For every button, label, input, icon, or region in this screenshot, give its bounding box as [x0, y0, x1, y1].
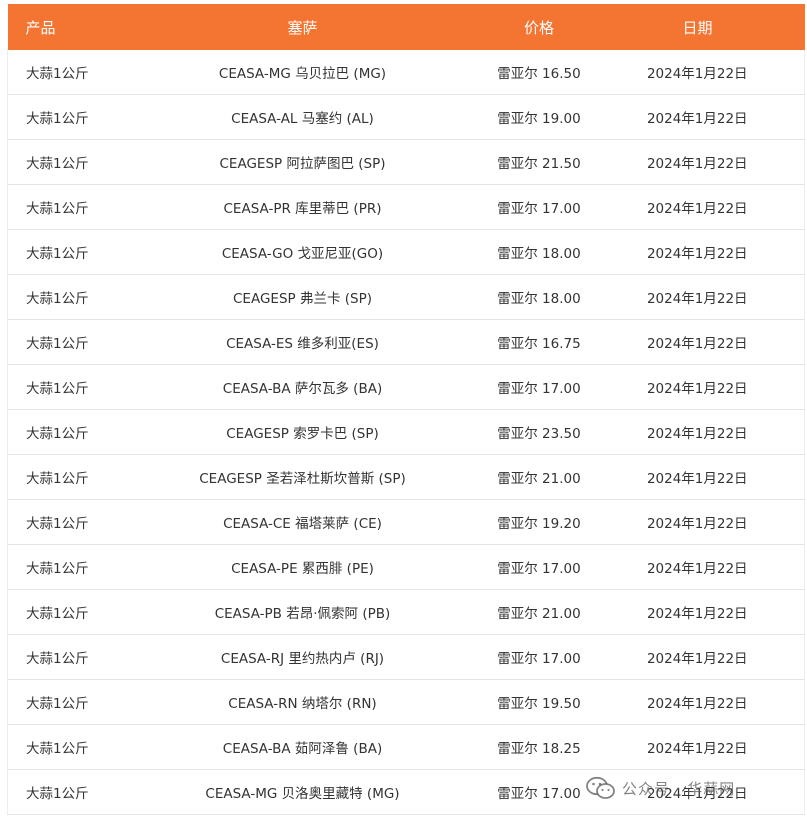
price-cell: 雷亚尔 16.75	[487, 319, 591, 365]
product-cell: 大蒜1公斤	[7, 94, 118, 140]
table-row: 大蒜1公斤 CEASA-ES 维多利亚(ES) 雷亚尔 16.75 2024年1月22…	[7, 319, 805, 365]
price-cell: 雷亚尔 17.00	[487, 544, 591, 590]
table-row: 大蒜1公斤 CEASA-PR 库里蒂巴 (PR) 雷亚尔 17.00 2024年1月2…	[7, 184, 805, 230]
ceasa-cell: CEASA-PE 累西腓 (PE)	[117, 544, 488, 590]
date-cell: 2024年1月22日	[590, 634, 805, 680]
table-body: 大蒜1公斤 CEASA-MG 乌贝拉巴 (MG) 雷亚尔 16.50 2024年1月2…	[7, 50, 805, 815]
table-row: 大蒜1公斤 CEASA-AL 马塞约 (AL) 雷亚尔 19.00 2024年1月22…	[7, 94, 805, 140]
table-row: 大蒜1公斤 CEAGESP 圣若泽杜斯坎普斯 (SP) 雷亚尔 21.00 2024年…	[7, 454, 805, 500]
watermark-label: 公众号 · 华蒜网	[622, 779, 736, 798]
table-row: 大蒜1公斤 CEASA-CE 福塔莱萨 (CE) 雷亚尔 19.20 2024年1月2…	[7, 499, 805, 545]
price-cell: 雷亚尔 17.00	[487, 184, 591, 230]
product-cell: 大蒜1公斤	[7, 184, 118, 230]
product-cell: 大蒜1公斤	[7, 139, 118, 185]
date-cell: 2024年1月22日	[590, 229, 805, 275]
watermark: 公众号 · 华蒜网	[586, 774, 735, 802]
price-cell: 雷亚尔 18.00	[487, 274, 591, 320]
table-row: 大蒜1公斤 CEAGESP 索罗卡巴 (SP) 雷亚尔 23.50 2024年1月22…	[7, 409, 805, 455]
table-row: 大蒜1公斤 CEASA-BA 萨尔瓦多 (BA) 雷亚尔 17.00 2024年1月2…	[7, 364, 805, 410]
header-price: 价格	[487, 4, 591, 50]
product-cell: 大蒜1公斤	[7, 499, 118, 545]
table-row: 大蒜1公斤 CEASA-PE 累西腓 (PE) 雷亚尔 17.00 2024年1月22…	[7, 544, 805, 590]
table-row: 大蒜1公斤 CEASA-MG 乌贝拉巴 (MG) 雷亚尔 16.50 2024年1月2…	[7, 50, 805, 95]
table-row: 大蒜1公斤 CEASA-GO 戈亚尼亚(GO) 雷亚尔 18.00 2024年1月22…	[7, 229, 805, 275]
date-cell: 2024年1月22日	[590, 409, 805, 455]
product-cell: 大蒜1公斤	[7, 544, 118, 590]
price-cell: 雷亚尔 19.50	[487, 679, 591, 725]
price-cell: 雷亚尔 19.00	[487, 94, 591, 140]
product-cell: 大蒜1公斤	[7, 769, 118, 815]
date-cell: 2024年1月22日	[590, 139, 805, 185]
date-cell: 2024年1月22日	[590, 94, 805, 140]
product-cell: 大蒜1公斤	[7, 679, 118, 725]
product-cell: 大蒜1公斤	[7, 589, 118, 635]
table-row: 大蒜1公斤 CEAGESP 阿拉萨图巴 (SP) 雷亚尔 21.50 2024年1月2…	[7, 139, 805, 185]
header-product: 产品	[7, 4, 118, 50]
table-header: 产品 塞萨 价格 日期	[7, 4, 805, 50]
table-row: 大蒜1公斤 CEASA-RN 纳塔尔 (RN) 雷亚尔 19.50 2024年1月22…	[7, 679, 805, 725]
price-cell: 雷亚尔 18.00	[487, 229, 591, 275]
date-cell: 2024年1月22日	[590, 184, 805, 230]
date-cell: 2024年1月22日	[590, 364, 805, 410]
ceasa-cell: CEASA-PR 库里蒂巴 (PR)	[117, 184, 488, 230]
ceasa-cell: CEASA-AL 马塞约 (AL)	[117, 94, 488, 140]
product-cell: 大蒜1公斤	[7, 409, 118, 455]
date-cell: 2024年1月22日	[590, 454, 805, 500]
price-cell: 雷亚尔 18.25	[487, 724, 591, 770]
ceasa-cell: CEAGESP 索罗卡巴 (SP)	[117, 409, 488, 455]
ceasa-cell: CEASA-ES 维多利亚(ES)	[117, 319, 488, 365]
header-row: 产品 塞萨 价格 日期	[7, 4, 805, 50]
ceasa-cell: CEASA-CE 福塔莱萨 (CE)	[117, 499, 488, 545]
date-cell: 2024年1月22日	[590, 499, 805, 545]
wechat-icon	[586, 776, 616, 800]
table-row: 大蒜1公斤 CEASA-RJ 里约热内卢 (RJ) 雷亚尔 17.00 2024年1月…	[7, 634, 805, 680]
product-cell: 大蒜1公斤	[7, 319, 118, 365]
header-date: 日期	[590, 4, 805, 50]
table-row: 大蒜1公斤 CEASA-BA 茹阿泽鲁 (BA) 雷亚尔 18.25 2024年1月2…	[7, 724, 805, 770]
price-cell: 雷亚尔 21.00	[487, 589, 591, 635]
product-cell: 大蒜1公斤	[7, 50, 118, 95]
ceasa-cell: CEASA-RN 纳塔尔 (RN)	[117, 679, 488, 725]
date-cell: 2024年1月22日	[590, 319, 805, 365]
table-row: 大蒜1公斤 CEASA-PB 若昂·佩索阿 (PB) 雷亚尔 21.00 2024年1…	[7, 589, 805, 635]
ceasa-cell: CEASA-BA 萨尔瓦多 (BA)	[117, 364, 488, 410]
product-cell: 大蒜1公斤	[7, 454, 118, 500]
ceasa-cell: CEASA-PB 若昂·佩索阿 (PB)	[117, 589, 488, 635]
price-table: 产品 塞萨 价格 日期 大蒜1公斤 CEASA-MG 乌贝拉巴 (MG) 雷亚尔 1…	[7, 4, 805, 815]
price-cell: 雷亚尔 23.50	[487, 409, 591, 455]
date-cell: 2024年1月22日	[590, 724, 805, 770]
ceasa-cell: CEASA-GO 戈亚尼亚(GO)	[117, 229, 488, 275]
price-cell: 雷亚尔 21.00	[487, 454, 591, 500]
price-cell: 雷亚尔 16.50	[487, 50, 591, 95]
product-cell: 大蒜1公斤	[7, 634, 118, 680]
date-cell: 2024年1月22日	[590, 589, 805, 635]
ceasa-cell: CEAGESP 阿拉萨图巴 (SP)	[117, 139, 488, 185]
date-cell: 2024年1月22日	[590, 679, 805, 725]
date-cell: 2024年1月22日	[590, 50, 805, 95]
ceasa-cell: CEAGESP 弗兰卡 (SP)	[117, 274, 488, 320]
product-cell: 大蒜1公斤	[7, 724, 118, 770]
ceasa-cell: CEASA-MG 贝洛奥里藏特 (MG)	[117, 769, 488, 815]
price-cell: 雷亚尔 21.50	[487, 139, 591, 185]
header-ceasa: 塞萨	[117, 4, 488, 50]
ceasa-cell: CEAGESP 圣若泽杜斯坎普斯 (SP)	[117, 454, 488, 500]
price-cell: 雷亚尔 17.00	[487, 364, 591, 410]
ceasa-cell: CEASA-MG 乌贝拉巴 (MG)	[117, 50, 488, 95]
price-cell: 雷亚尔 19.20	[487, 499, 591, 545]
price-cell: 雷亚尔 17.00	[487, 769, 591, 815]
product-cell: 大蒜1公斤	[7, 364, 118, 410]
price-cell: 雷亚尔 17.00	[487, 634, 591, 680]
date-cell: 2024年1月22日	[590, 544, 805, 590]
ceasa-cell: CEASA-RJ 里约热内卢 (RJ)	[117, 634, 488, 680]
date-cell: 2024年1月22日	[590, 274, 805, 320]
ceasa-cell: CEASA-BA 茹阿泽鲁 (BA)	[117, 724, 488, 770]
product-cell: 大蒜1公斤	[7, 229, 118, 275]
table-row: 大蒜1公斤 CEAGESP 弗兰卡 (SP) 雷亚尔 18.00 2024年1月22日	[7, 274, 805, 320]
product-cell: 大蒜1公斤	[7, 274, 118, 320]
